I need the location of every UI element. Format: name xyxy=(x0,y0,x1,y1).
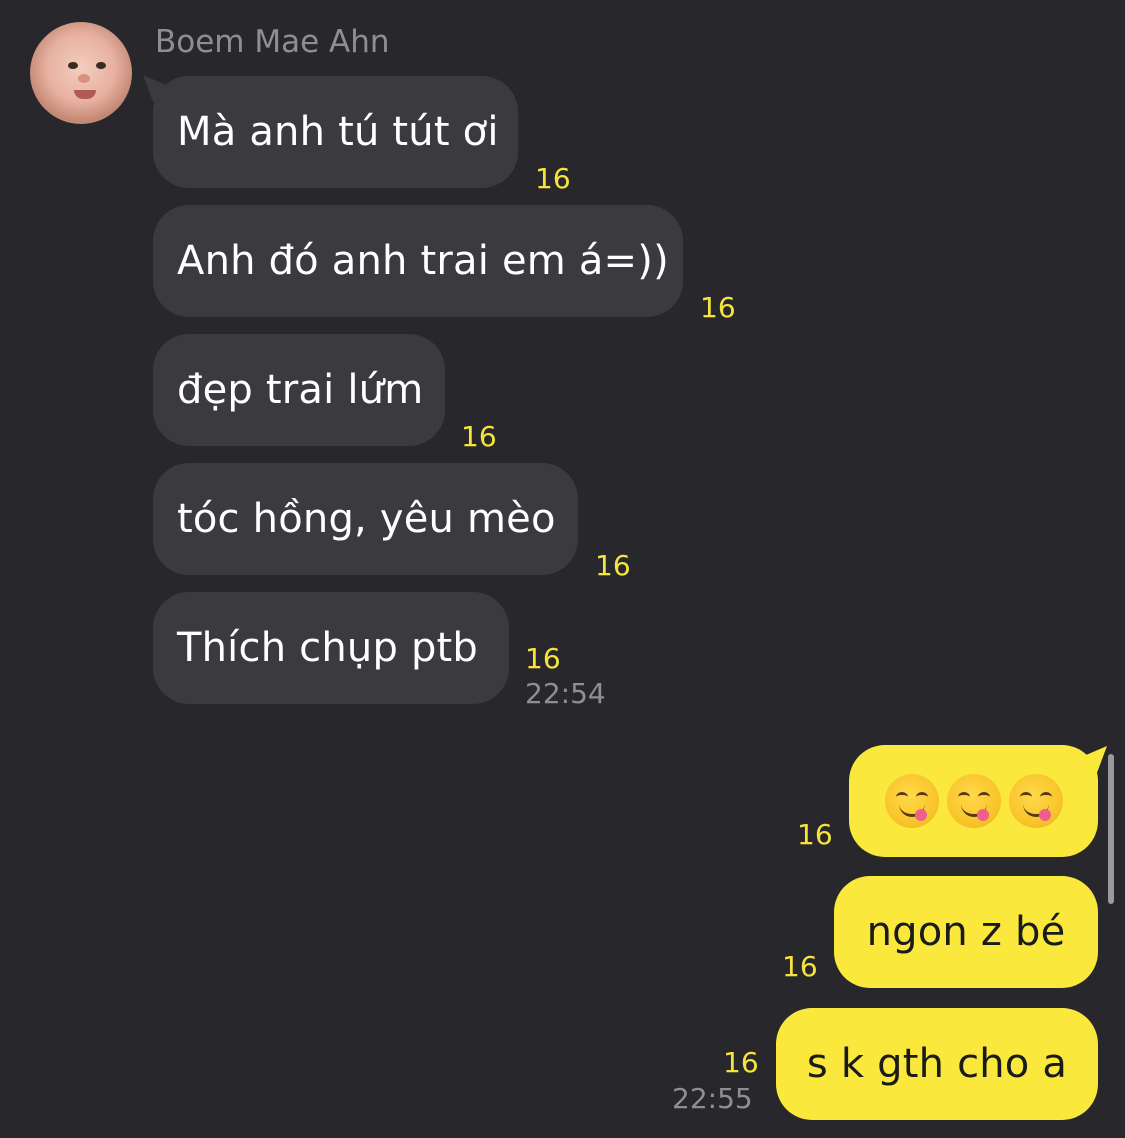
incoming-message-bubble[interactable]: Anh đó anh trai em á=)) xyxy=(153,205,683,317)
unread-count: 16 xyxy=(525,642,561,675)
message-text: đẹp trai lứm xyxy=(177,367,424,413)
unread-count: 16 xyxy=(782,950,818,983)
message-timestamp: 22:54 xyxy=(525,677,606,710)
message-text: Mà anh tú tút ơi xyxy=(177,109,499,155)
unread-count: 16 xyxy=(797,818,833,851)
sender-avatar[interactable] xyxy=(30,22,132,124)
incoming-message-bubble[interactable]: Thích chụp ptb xyxy=(153,592,509,704)
avatar-eye xyxy=(68,62,78,69)
unread-count: 16 xyxy=(535,162,571,195)
avatar-mouth xyxy=(74,90,96,99)
sender-name: Boem Mae Ahn xyxy=(155,24,390,60)
emoji-row xyxy=(884,774,1063,828)
outgoing-message-bubble[interactable]: s k gth cho a xyxy=(776,1008,1098,1120)
message-text: Anh đó anh trai em á=)) xyxy=(177,238,669,284)
outgoing-message-bubble[interactable] xyxy=(849,745,1098,857)
unread-count: 16 xyxy=(723,1046,759,1079)
message-timestamp: 22:55 xyxy=(672,1082,753,1115)
outgoing-message-bubble[interactable]: ngon z bé xyxy=(834,876,1098,988)
incoming-message-bubble[interactable]: Mà anh tú tút ơi xyxy=(153,76,518,188)
face-savoring-food-emoji xyxy=(946,774,1001,828)
message-text: tóc hồng, yêu mèo xyxy=(177,496,556,542)
message-text: ngon z bé xyxy=(866,909,1066,955)
face-savoring-food-emoji xyxy=(884,774,939,828)
scrollbar[interactable] xyxy=(1108,754,1114,904)
message-text: s k gth cho a xyxy=(806,1041,1068,1087)
avatar-nose xyxy=(78,74,90,83)
message-text: Thích chụp ptb xyxy=(177,625,479,671)
face-savoring-food-emoji xyxy=(1008,774,1063,828)
unread-count: 16 xyxy=(700,291,736,324)
incoming-message-bubble[interactable]: tóc hồng, yêu mèo xyxy=(153,463,578,575)
unread-count: 16 xyxy=(595,549,631,582)
avatar-eye xyxy=(96,62,106,69)
unread-count: 16 xyxy=(461,420,497,453)
incoming-message-bubble[interactable]: đẹp trai lứm xyxy=(153,334,445,446)
